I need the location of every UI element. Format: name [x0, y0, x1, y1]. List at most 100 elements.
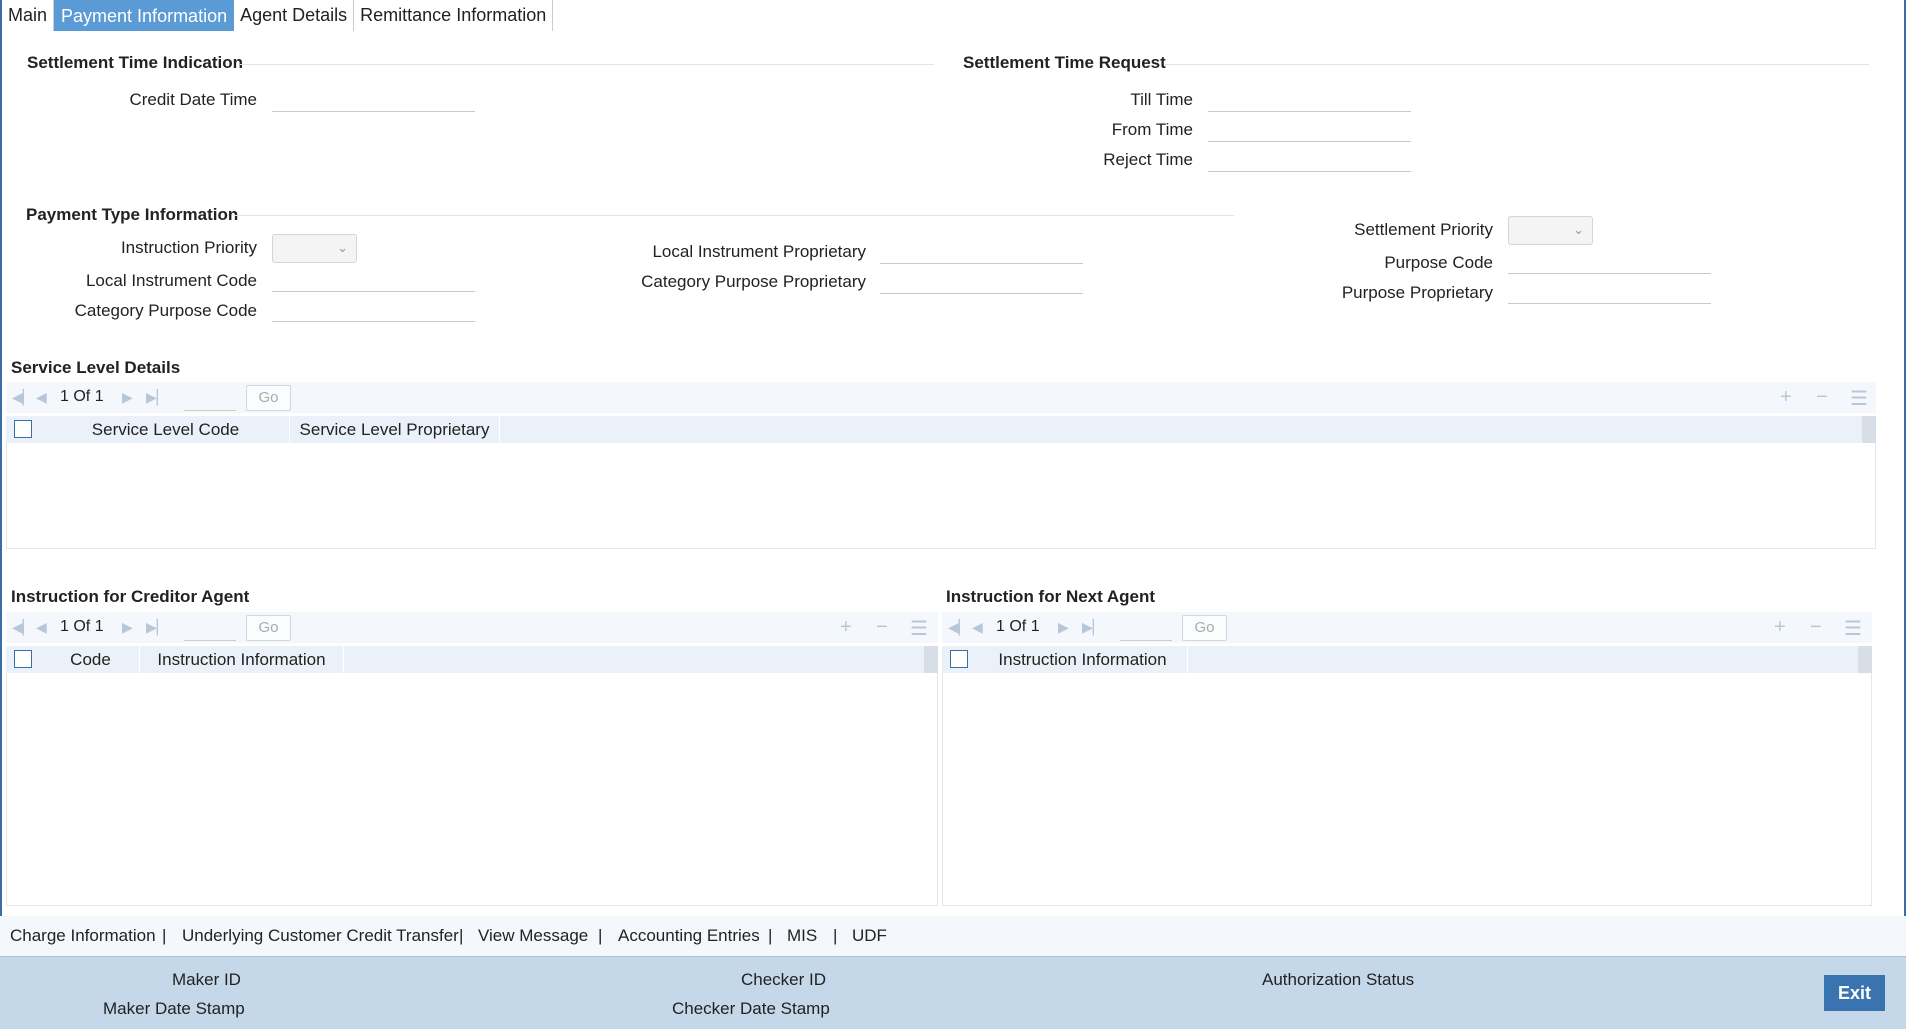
- link-udf[interactable]: UDF: [852, 926, 887, 946]
- settlement-time-indication-title: Settlement Time Indication: [27, 53, 244, 72]
- column-list-icon[interactable]: ☰: [910, 616, 928, 641]
- pager-text: 1 Of 1: [996, 618, 1040, 636]
- link-accounting-entries[interactable]: Accounting Entries: [618, 926, 760, 946]
- column-list-icon[interactable]: ☰: [1844, 616, 1862, 641]
- category-purpose-proprietary-input[interactable]: [880, 270, 1083, 294]
- local-instrument-proprietary-input[interactable]: [880, 240, 1083, 264]
- link-underlying-customer-credit-transfer[interactable]: Underlying Customer Credit Transfer: [182, 926, 459, 946]
- tab-agent-details[interactable]: Agent Details: [234, 0, 355, 31]
- link-separator: |: [459, 926, 464, 945]
- audit-footer: Maker ID Maker Date Stamp Checker ID Che…: [0, 956, 1906, 1029]
- go-button[interactable]: Go: [246, 385, 291, 411]
- chevron-down-icon: ⌄: [337, 240, 348, 255]
- pager-of: Of: [1009, 618, 1027, 635]
- from-time-label: From Time: [1111, 120, 1193, 139]
- maker-id-label: Maker ID: [172, 970, 241, 989]
- credit-date-time-label: Credit Date Time: [129, 90, 257, 109]
- page-number-input[interactable]: [184, 386, 236, 411]
- settlement-priority-label: Settlement Priority: [1354, 220, 1493, 239]
- previous-page-icon[interactable]: ◀: [36, 619, 47, 636]
- select-all-checkbox[interactable]: [14, 650, 32, 668]
- vertical-scrollbar[interactable]: [924, 646, 938, 673]
- delete-row-icon[interactable]: −: [876, 616, 888, 639]
- pager-current: 1: [996, 618, 1005, 635]
- page-number-input[interactable]: [1120, 616, 1172, 641]
- column-header-service-level-proprietary[interactable]: Service Level Proprietary: [290, 416, 500, 443]
- settlement-priority-select[interactable]: ⌄: [1508, 216, 1593, 245]
- column-header-instruction-information[interactable]: Instruction Information: [140, 646, 344, 673]
- credit-date-time-input[interactable]: [272, 88, 475, 112]
- pager-of: Of: [73, 618, 91, 635]
- previous-page-icon[interactable]: ◀: [36, 389, 47, 406]
- last-page-icon[interactable]: ▶▏: [146, 389, 168, 406]
- column-header-code[interactable]: Code: [42, 646, 140, 673]
- select-all-checkbox[interactable]: [14, 420, 32, 438]
- service-level-details-title: Service Level Details: [11, 358, 181, 377]
- reject-time-label: Reject Time: [1103, 150, 1193, 169]
- bottom-links-bar: Charge Information | Underlying Customer…: [0, 916, 1906, 956]
- reject-time-input[interactable]: [1208, 148, 1411, 172]
- creditor-agent-header: Code Instruction Information: [6, 646, 938, 673]
- section-divider: [1164, 64, 1869, 65]
- next-agent-header: Instruction Information: [942, 646, 1872, 673]
- tab-bar: Main Payment Information Agent Details R…: [2, 0, 554, 31]
- local-instrument-code-label: Local Instrument Code: [85, 271, 257, 290]
- add-row-icon[interactable]: +: [840, 616, 852, 639]
- add-row-icon[interactable]: +: [1780, 386, 1792, 409]
- go-button[interactable]: Go: [246, 615, 291, 641]
- pager-of: Of: [73, 388, 91, 405]
- chevron-down-icon: ⌄: [1573, 222, 1584, 237]
- service-level-header: Service Level Code Service Level Proprie…: [6, 416, 1876, 443]
- tab-remittance-information[interactable]: Remittance Information: [354, 0, 554, 31]
- payment-type-information-title: Payment Type Information: [26, 205, 239, 224]
- first-page-icon[interactable]: ◀▏: [12, 389, 34, 406]
- last-page-icon[interactable]: ▶▏: [146, 619, 168, 636]
- creditor-agent-toolbar: ◀▏ ◀ 1 Of 1 ▶ ▶▏ Go + − ☰: [6, 612, 938, 643]
- local-instrument-code-input[interactable]: [272, 268, 475, 292]
- first-page-icon[interactable]: ◀▏: [948, 619, 970, 636]
- pager-text: 1 Of 1: [60, 388, 104, 406]
- column-header-service-level-code[interactable]: Service Level Code: [42, 416, 290, 443]
- checker-id-label: Checker ID: [741, 970, 827, 989]
- link-mis[interactable]: MIS: [787, 926, 817, 946]
- category-purpose-proprietary-label: Category Purpose Proprietary: [641, 272, 866, 291]
- tab-payment-information[interactable]: Payment Information: [54, 0, 235, 31]
- link-view-message[interactable]: View Message: [478, 926, 588, 946]
- category-purpose-code-input[interactable]: [272, 298, 475, 322]
- next-page-icon[interactable]: ▶: [122, 389, 133, 406]
- purpose-code-input[interactable]: [1508, 250, 1711, 274]
- next-page-icon[interactable]: ▶: [1058, 619, 1069, 636]
- pager-current: 1: [60, 388, 69, 405]
- tab-main[interactable]: Main: [2, 0, 55, 31]
- maker-date-stamp-label: Maker Date Stamp: [103, 999, 245, 1018]
- from-time-input[interactable]: [1208, 118, 1411, 142]
- select-all-checkbox[interactable]: [950, 650, 968, 668]
- pager-total: 1: [94, 618, 104, 635]
- link-separator: |: [162, 926, 167, 945]
- section-divider: [240, 64, 934, 65]
- exit-button[interactable]: Exit: [1824, 975, 1885, 1011]
- till-time-input[interactable]: [1208, 88, 1411, 112]
- instruction-priority-label: Instruction Priority: [120, 238, 257, 257]
- column-header-instruction-information[interactable]: Instruction Information: [978, 646, 1188, 673]
- last-page-icon[interactable]: ▶▏: [1082, 619, 1104, 636]
- settlement-time-request-title: Settlement Time Request: [963, 53, 1166, 72]
- next-page-icon[interactable]: ▶: [122, 619, 133, 636]
- authorization-status-label: Authorization Status: [1262, 970, 1415, 989]
- next-agent-grid-body: [942, 673, 1872, 906]
- previous-page-icon[interactable]: ◀: [972, 619, 983, 636]
- instruction-priority-select[interactable]: ⌄: [272, 234, 357, 263]
- delete-row-icon[interactable]: −: [1816, 386, 1828, 409]
- add-row-icon[interactable]: +: [1774, 616, 1786, 639]
- page-number-input[interactable]: [184, 616, 236, 641]
- delete-row-icon[interactable]: −: [1810, 616, 1822, 639]
- vertical-scrollbar[interactable]: [1858, 646, 1872, 673]
- first-page-icon[interactable]: ◀▏: [12, 619, 34, 636]
- go-button[interactable]: Go: [1182, 615, 1227, 641]
- vertical-scrollbar[interactable]: [1862, 416, 1876, 443]
- till-time-label: Till Time: [1130, 90, 1193, 109]
- purpose-proprietary-input[interactable]: [1508, 280, 1711, 304]
- column-list-icon[interactable]: ☰: [1850, 386, 1868, 411]
- link-charge-information[interactable]: Charge Information: [10, 926, 156, 946]
- local-instrument-proprietary-label: Local Instrument Proprietary: [652, 242, 866, 261]
